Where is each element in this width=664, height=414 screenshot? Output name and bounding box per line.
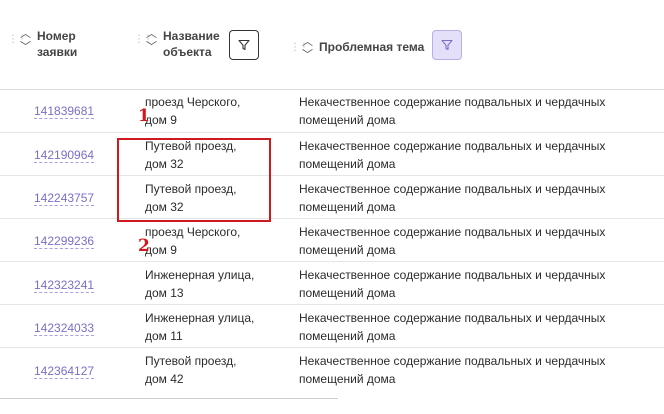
object-name-cell: проезд Черского, дом 9 [145, 93, 285, 129]
cell-line: дом 9 [145, 113, 177, 127]
request-number-link[interactable]: 141839681 [34, 104, 95, 119]
cell-line: дом 11 [145, 329, 183, 343]
cell-line: Некачественное содержание подвальных и ч… [299, 182, 606, 196]
problem-topic-cell: Некачественное содержание подвальных и ч… [299, 93, 659, 129]
header-col-request-number: ⋮⋮ ︿ ﹀ Номер заявки [8, 28, 77, 60]
cell-line: помещений дома [299, 200, 396, 214]
request-number-link[interactable]: 142364127 [34, 364, 95, 379]
header-title-line: заявки [37, 45, 78, 59]
chevron-down-icon[interactable]: ﹀ [146, 41, 157, 54]
request-number-link[interactable]: 142324033 [34, 321, 95, 336]
cell-line: Некачественное содержание подвальных и ч… [299, 311, 606, 325]
table-row: 141839681 проезд Черского, дом 9 Некачес… [0, 90, 664, 133]
problem-topic-cell: Некачественное содержание подвальных и ч… [299, 266, 659, 302]
chevron-up-icon[interactable]: ︿ [146, 28, 157, 41]
cell-line: Некачественное содержание подвальных и ч… [299, 354, 606, 368]
cell-line: Некачественное содержание подвальных и ч… [299, 95, 606, 109]
header-title: Проблемная тема [319, 40, 425, 54]
table-row: 142364127 Путевой проезд, дом 42 Некачес… [0, 348, 664, 391]
scrollbar-track[interactable] [0, 398, 338, 399]
object-name-cell: Инженерная улица, дом 11 [145, 309, 285, 345]
cell-line: Некачественное содержание подвальных и ч… [299, 268, 606, 282]
highlight-box [117, 138, 271, 222]
cell-line: Некачественное содержание подвальных и ч… [299, 139, 606, 153]
chevron-down-icon[interactable]: ﹀ [20, 41, 31, 54]
object-name-cell: Путевой проезд, дом 42 [145, 352, 285, 388]
topic-filter-button[interactable] [432, 30, 462, 60]
problem-topic-cell: Некачественное содержание подвальных и ч… [299, 223, 659, 259]
cell-line: помещений дома [299, 329, 396, 343]
request-number-link[interactable]: 142323241 [34, 278, 95, 293]
table-header: ⋮⋮ ︿ ﹀ Номер заявки ⋮⋮ ︿ ﹀ Название объе… [0, 0, 664, 90]
chevron-up-icon[interactable]: ︿ [20, 28, 31, 41]
annotation-marker-1: 1 [138, 106, 150, 126]
cell-line: Инженерная улица, [145, 311, 255, 325]
table-row: 142323241 Инженерная улица, дом 13 Некач… [0, 262, 664, 305]
sort-control[interactable]: ︿ ﹀ [302, 36, 313, 62]
cell-line: помещений дома [299, 113, 396, 127]
cell-line: проезд Черского, [145, 95, 241, 109]
problem-topic-cell: Некачественное содержание подвальных и ч… [299, 180, 659, 216]
object-filter-button[interactable] [229, 30, 259, 60]
table-row: 142243757 Путевой проезд, дом 32 Некачес… [0, 176, 664, 219]
cell-line: дом 13 [145, 286, 184, 300]
header-title: Название объекта [163, 28, 220, 60]
funnel-icon [441, 39, 453, 51]
object-name-cell: проезд Черского, дом 9 [145, 223, 285, 259]
cell-line: проезд Черского, [145, 225, 241, 239]
cell-line: помещений дома [299, 157, 396, 171]
table-row: 142324033 Инженерная улица, дом 11 Некач… [0, 305, 664, 348]
header-title: Номер заявки [37, 28, 77, 60]
chevron-up-icon[interactable]: ︿ [302, 36, 313, 49]
request-number-link[interactable]: 142243757 [34, 191, 95, 206]
sort-control[interactable]: ︿ ﹀ [146, 28, 157, 54]
sort-control[interactable]: ︿ ﹀ [20, 28, 31, 54]
problem-topic-cell: Некачественное содержание подвальных и ч… [299, 352, 659, 388]
header-title-line: Номер [37, 29, 76, 43]
table-row: 142299236 проезд Черского, дом 9 Некачес… [0, 219, 664, 262]
request-number-link[interactable]: 142190964 [34, 148, 95, 163]
cell-line: помещений дома [299, 243, 396, 257]
table-row: 142190964 Путевой проезд, дом 32 Некачес… [0, 133, 664, 176]
annotation-marker-2: 2 [138, 236, 150, 256]
header-title-line: Название [163, 29, 220, 43]
drag-grip-icon[interactable]: ⋮⋮ [290, 43, 309, 53]
header-col-object-name: ⋮⋮ ︿ ﹀ Название объекта [134, 28, 220, 60]
drag-grip-icon[interactable]: ⋮⋮ [134, 35, 153, 45]
problem-topic-cell: Некачественное содержание подвальных и ч… [299, 137, 659, 173]
cell-line: дом 9 [145, 243, 177, 257]
chevron-down-icon[interactable]: ﹀ [302, 49, 313, 62]
problem-topic-cell: Некачественное содержание подвальных и ч… [299, 309, 659, 345]
cell-line: Инженерная улица, [145, 268, 255, 282]
request-number-link[interactable]: 142299236 [34, 234, 95, 249]
cell-line: дом 42 [145, 372, 184, 386]
cell-line: Путевой проезд, [145, 354, 237, 368]
header-title-line: объекта [163, 45, 212, 59]
cell-line: помещений дома [299, 372, 396, 386]
cell-line: помещений дома [299, 286, 396, 300]
funnel-icon [238, 39, 250, 51]
cell-line: Некачественное содержание подвальных и ч… [299, 225, 606, 239]
object-name-cell: Инженерная улица, дом 13 [145, 266, 285, 302]
header-col-problem-topic: ⋮⋮ ︿ ﹀ Проблемная тема [290, 36, 424, 62]
drag-grip-icon[interactable]: ⋮⋮ [8, 35, 27, 45]
